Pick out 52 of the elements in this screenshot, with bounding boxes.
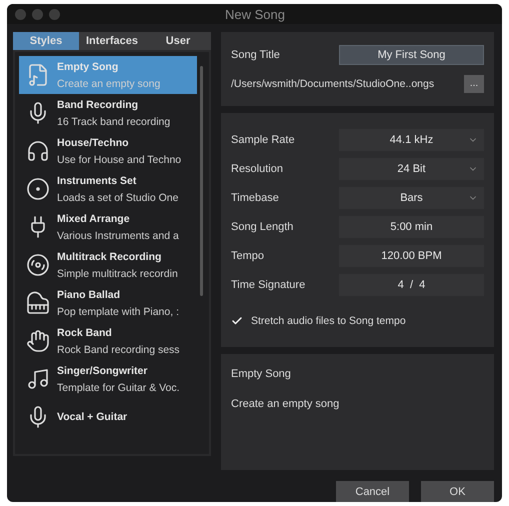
- description-text: Create an empty song: [231, 398, 340, 410]
- window-title: New Song: [225, 6, 285, 22]
- song-title-field[interactable]: My First Song: [339, 44, 484, 64]
- template-description: Simple multitrack recordin: [57, 268, 178, 280]
- template-title: Multitrack Recording: [57, 250, 162, 262]
- browse-button[interactable]: ...: [464, 74, 484, 92]
- tab[interactable]: User: [145, 32, 211, 50]
- template-title: Empty Song: [57, 60, 120, 72]
- template-title: Vocal + Guitar: [57, 411, 128, 423]
- template-description: 16 Track band recording: [57, 116, 170, 128]
- template-title: Instruments Set: [57, 174, 138, 186]
- value-field[interactable]: 4 / 4: [339, 274, 484, 296]
- template-item[interactable]: Piano Ballad Pop template with Piano, :: [19, 284, 197, 322]
- template-item[interactable]: Singer/Songwriter Template for Guitar & Voc.: [19, 360, 197, 398]
- template-title: House/Techno: [57, 136, 130, 148]
- template-item[interactable]: Mixed Arrange Various Instruments and a: [19, 208, 197, 246]
- template-item[interactable]: Multitrack Recording Simple multitrack recordin: [19, 246, 197, 284]
- dropdown[interactable]: Bars: [339, 186, 484, 208]
- template-description: Various Instruments and a: [57, 230, 179, 242]
- template-title: Band Recording: [57, 98, 140, 110]
- template-item[interactable]: Vocal + Guitar: [19, 398, 197, 436]
- value-field[interactable]: 5:00 min: [339, 216, 484, 238]
- template-item[interactable]: Band Recording 16 Track band recording: [19, 94, 197, 132]
- field-label: Song Title: [231, 48, 281, 60]
- setting-label: Time Signature: [231, 278, 306, 290]
- template-description: Loads a set of Studio One: [57, 192, 178, 204]
- template-title: Piano Ballad: [57, 288, 122, 300]
- description-title: Empty Song: [231, 368, 292, 380]
- template-title: Rock Band: [57, 326, 113, 338]
- value-field[interactable]: 120.00 BPM: [339, 244, 484, 266]
- setting-label: Tempo: [231, 250, 266, 262]
- dialog-button[interactable]: OK: [421, 481, 494, 502]
- template-description: Use for House and Techno: [57, 154, 182, 166]
- template-description: Rock Band recording sess: [57, 344, 180, 356]
- dropdown[interactable]: 24 Bit: [339, 158, 484, 180]
- template-item[interactable]: House/Techno Use for House and Techno: [19, 132, 197, 170]
- setting-label: Resolution: [231, 162, 284, 174]
- path-text: /Users/wsmith/Documents/StudioOne..ongs: [231, 78, 436, 90]
- setting-label: Timebase: [231, 192, 280, 204]
- template-title: Mixed Arrange: [57, 212, 131, 224]
- dialog-button[interactable]: Cancel: [336, 481, 409, 502]
- setting-label: Song Length: [231, 220, 294, 232]
- dropdown[interactable]: 44.1 kHz: [339, 128, 484, 150]
- setting-label: Sample Rate: [231, 134, 296, 146]
- template-item[interactable]: Instruments Set Loads a set of Studio One: [19, 170, 197, 208]
- template-item[interactable]: Rock Band Rock Band recording sess: [19, 322, 197, 360]
- template-description: Template for Guitar & Voc.: [57, 382, 180, 394]
- tab[interactable]: Interfaces: [79, 32, 145, 50]
- template-description: Pop template with Piano, :: [57, 306, 179, 318]
- checkbox-label: Stretch audio files to Song tempo: [251, 315, 406, 327]
- template-description: Create an empty song: [57, 78, 160, 90]
- template-title: Singer/Songwriter: [57, 364, 148, 376]
